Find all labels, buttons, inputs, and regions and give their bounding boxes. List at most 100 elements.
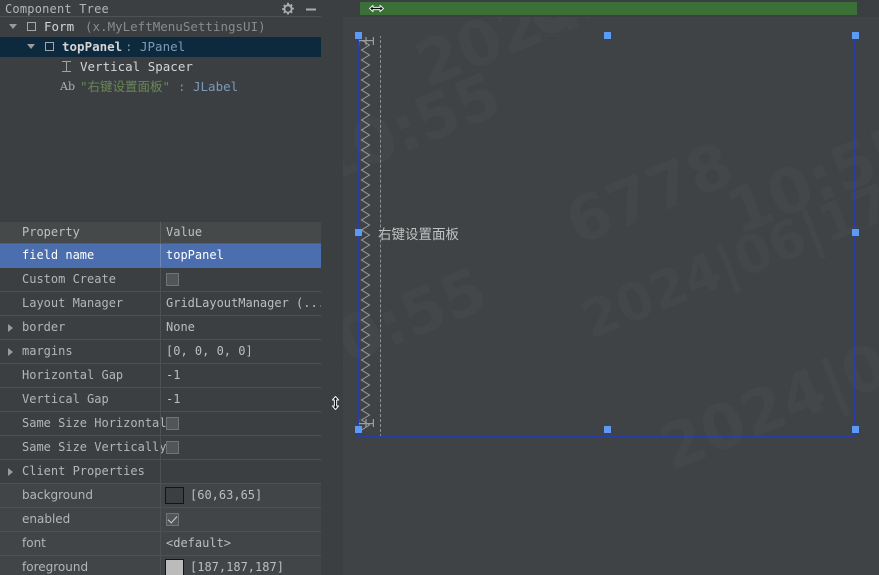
expanded-triangle-icon[interactable]	[27, 44, 35, 49]
vertical-spacer-icon	[62, 61, 71, 72]
ab-icon: Ab	[60, 80, 75, 93]
row-column-divider	[160, 364, 161, 388]
resize-handle-middle-left[interactable]	[355, 229, 362, 236]
property-name: Same Size Horizontal	[22, 416, 167, 430]
property-name: margins	[22, 344, 73, 358]
design-canvas[interactable]: 2024 6778 10:55 2024|06|17 6778 10:55 20…	[343, 17, 879, 575]
property-name: foreground	[22, 560, 89, 574]
tree-item-label: topPanel	[62, 39, 123, 54]
property-row[interactable]: border None	[0, 316, 321, 340]
property-row[interactable]: foreground [187,187,187]	[0, 556, 321, 575]
resize-handle-bottom-left[interactable]	[355, 426, 362, 433]
property-name: Same Size Vertically	[22, 440, 167, 454]
row-column-divider	[160, 340, 161, 364]
property-name: Client Properties	[22, 464, 145, 478]
expand-triangle-icon[interactable]	[8, 324, 13, 332]
property-name: field name	[22, 248, 95, 262]
row-column-divider	[160, 292, 161, 316]
property-value: -1	[166, 368, 181, 382]
panel-icon	[45, 42, 54, 51]
tree-item-label: Vertical Spacer	[80, 59, 193, 74]
resize-handle-top-right[interactable]	[852, 32, 859, 39]
tree-item-separator: :	[178, 79, 186, 94]
panel-icon	[27, 22, 36, 31]
gear-icon[interactable]	[281, 2, 295, 16]
property-name: Layout Manager	[22, 296, 124, 310]
property-value: None	[166, 320, 195, 334]
tree-item-jlabel[interactable]: Ab "右键设置面板" : JLabel	[0, 77, 321, 97]
component-tree-header: Component Tree	[0, 0, 321, 17]
property-row[interactable]: enabled	[0, 508, 321, 532]
property-name: Horizontal Gap	[22, 368, 124, 382]
component-tree-dock: Component Tree Form (x.MyLeftMenuSetting…	[0, 0, 321, 575]
row-column-divider	[160, 508, 161, 532]
minimize-icon[interactable]	[304, 2, 318, 16]
property-row[interactable]: Custom Create	[0, 268, 321, 292]
row-column-divider	[160, 268, 161, 292]
column-divider[interactable]	[160, 222, 161, 244]
row-column-divider	[160, 436, 161, 460]
property-checkbox[interactable]	[166, 417, 179, 430]
property-table-header: Property Value	[0, 222, 321, 244]
tree-item-class: JPanel	[140, 39, 186, 54]
row-column-divider	[160, 388, 161, 412]
property-name: Vertical Gap	[22, 392, 109, 406]
property-row[interactable]: font <default>	[0, 532, 321, 556]
column-header-value: Value	[166, 225, 203, 239]
property-value: [0, 0, 0, 0]	[166, 344, 253, 358]
row-column-divider	[160, 316, 161, 340]
property-value: [187,187,187]	[190, 560, 284, 574]
vertical-resize-cursor-icon	[330, 396, 341, 410]
property-name: background	[22, 488, 93, 502]
row-gutter-track	[326, 0, 668, 575]
column-gutter-green-segment[interactable]	[360, 2, 857, 15]
property-table[interactable]: Property Value field name topPanel Custom …	[0, 222, 321, 575]
resize-handle-top-left[interactable]	[355, 32, 362, 39]
tree-item-vertical-spacer[interactable]: Vertical Spacer	[0, 57, 321, 77]
property-name: enabled	[22, 512, 71, 526]
resize-handle-bottom-center[interactable]	[604, 426, 611, 433]
property-name: Custom Create	[22, 272, 116, 286]
tree-item-class: JLabel	[193, 79, 239, 94]
tree-item-form[interactable]: Form (x.MyLeftMenuSettingsUI)	[0, 17, 321, 37]
property-value: topPanel	[166, 248, 224, 262]
column-header-property: Property	[22, 225, 80, 239]
row-column-divider	[160, 412, 161, 436]
row-column-divider	[160, 484, 161, 508]
property-row[interactable]: background [60,63,65]	[0, 484, 321, 508]
expand-triangle-icon[interactable]	[8, 468, 13, 476]
property-row[interactable]: Client Properties	[0, 460, 321, 484]
row-column-divider	[160, 460, 161, 484]
tree-item-separator: :	[125, 39, 133, 54]
horizontal-resize-cursor-icon	[369, 3, 384, 14]
property-checkbox[interactable]	[166, 273, 179, 286]
property-checkbox[interactable]	[166, 441, 179, 454]
tree-item-toppanel[interactable]: topPanel : JPanel	[0, 37, 321, 57]
property-row[interactable]: Same Size Horizontal	[0, 412, 321, 436]
property-value: [60,63,65]	[190, 488, 263, 502]
property-row[interactable]: field name topPanel	[0, 244, 321, 268]
property-row[interactable]: Same Size Vertically	[0, 436, 321, 460]
color-swatch[interactable]	[165, 487, 184, 504]
resize-handle-middle-right[interactable]	[852, 229, 859, 236]
component-tree[interactable]: Form (x.MyLeftMenuSettingsUI) topPanel :…	[0, 17, 321, 222]
property-row[interactable]: Horizontal Gap -1	[0, 364, 321, 388]
expand-triangle-icon[interactable]	[8, 348, 13, 356]
property-row[interactable]: margins [0, 0, 0, 0]	[0, 340, 321, 364]
row-column-divider	[160, 244, 161, 268]
tree-item-label: "右键设置面板"	[80, 79, 171, 94]
property-value: <default>	[166, 536, 232, 550]
property-name: font	[22, 536, 46, 550]
color-swatch[interactable]	[165, 559, 184, 575]
resize-handle-bottom-right[interactable]	[852, 426, 859, 433]
tree-item-label: Form	[44, 19, 75, 34]
row-column-divider	[160, 556, 161, 575]
design-label-text[interactable]: 右键设置面板	[378, 223, 459, 243]
property-row[interactable]: Vertical Gap -1	[0, 388, 321, 412]
resize-handle-top-center[interactable]	[604, 32, 611, 39]
expanded-triangle-icon[interactable]	[9, 24, 17, 29]
panel-title: Component Tree	[5, 2, 109, 16]
property-name: border	[22, 320, 66, 334]
property-checkbox[interactable]	[166, 513, 179, 526]
property-row[interactable]: Layout Manager GridLayoutManager (...	[0, 292, 321, 316]
